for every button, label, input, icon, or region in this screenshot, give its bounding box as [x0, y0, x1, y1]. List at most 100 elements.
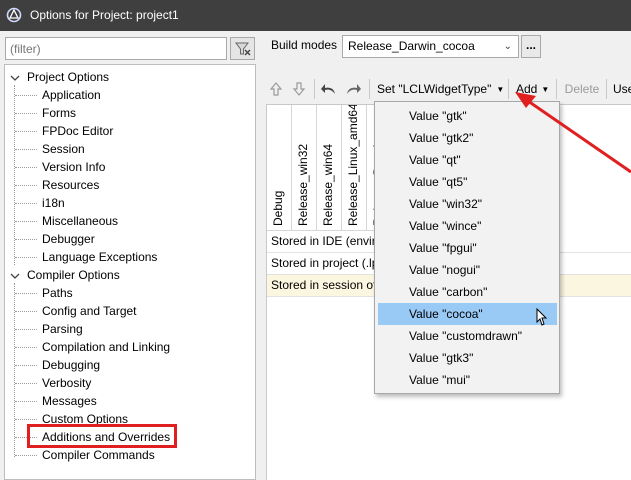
- toolbar-separator: [556, 79, 557, 99]
- undo-button[interactable]: [319, 76, 339, 102]
- lclwidgettype-dropdown-menu: Value "gtk" Value "gtk2" Value "qt" Value "…: [374, 101, 560, 394]
- lazarus-app-icon: [6, 7, 22, 23]
- chevron-down-icon: ⌄: [503, 41, 512, 52]
- tree-item-forms[interactable]: Forms: [42, 104, 76, 122]
- tree-line: [15, 401, 37, 402]
- tree-line: [15, 365, 37, 366]
- arrow-down-icon: [292, 82, 306, 96]
- tree-line: [15, 131, 37, 132]
- collapse-chevron-icon[interactable]: [10, 271, 20, 281]
- column-header-label: Release_win64: [321, 143, 335, 226]
- tree-item-version-info[interactable]: Version Info: [42, 158, 105, 176]
- title-bar: Options for Project: project1: [0, 0, 631, 31]
- tree-line: [15, 113, 37, 114]
- tree-item-resources[interactable]: Resources: [42, 176, 99, 194]
- dropdown-item[interactable]: Value "nogui": [378, 259, 557, 281]
- dropdown-item[interactable]: Value "fpgui": [378, 237, 557, 259]
- tree-line: [15, 149, 37, 150]
- grid-column-header: Debug: [267, 105, 292, 231]
- tree-item-application[interactable]: Application: [42, 86, 101, 104]
- dropdown-arrow-icon: ▼: [496, 84, 505, 94]
- dropdown-arrow-icon: ▼: [541, 84, 550, 94]
- use-button[interactable]: Use: [610, 76, 631, 102]
- tree-item-config-and-target[interactable]: Config and Target: [42, 302, 137, 320]
- tree-item-parsing[interactable]: Parsing: [42, 320, 83, 338]
- tree-item-messages[interactable]: Messages: [42, 392, 97, 410]
- dropdown-item[interactable]: Value "gtk3": [378, 347, 557, 369]
- column-header-label: Release_win32: [296, 143, 310, 226]
- dropdown-item[interactable]: Value "carbon": [378, 281, 557, 303]
- dropdown-item[interactable]: Value "qt5": [378, 171, 557, 193]
- redo-icon: [347, 84, 361, 94]
- tree-line: [15, 347, 37, 348]
- move-up-button[interactable]: [267, 76, 285, 102]
- collapse-chevron-icon[interactable]: [10, 73, 20, 83]
- tree-line: [15, 383, 37, 384]
- column-header-label: Release_Linux_amd64: [346, 104, 360, 226]
- tree-item-verbosity[interactable]: Verbosity: [42, 374, 91, 392]
- use-label: Use: [613, 82, 631, 96]
- dropdown-item[interactable]: Value "gtk2": [378, 127, 557, 149]
- add-label: Add: [516, 82, 538, 96]
- tree-item-compilation-and-linking[interactable]: Compilation and Linking: [42, 338, 170, 356]
- dropdown-item[interactable]: Value "mui": [378, 369, 557, 391]
- dropdown-item[interactable]: Value "customdrawn": [378, 325, 557, 347]
- build-mode-value: Release_Darwin_cocoa: [348, 39, 475, 53]
- move-down-button[interactable]: [290, 76, 308, 102]
- tree-line: [15, 419, 37, 420]
- overrides-toolbar: Set "LCLWidgetType" ▼ Add ▼ Delete Use: [263, 76, 631, 102]
- dropdown-item[interactable]: Value "cocoa": [378, 303, 557, 325]
- dropdown-item[interactable]: Value "win32": [378, 193, 557, 215]
- dropdown-item[interactable]: Value "wince": [378, 215, 557, 237]
- column-header-label: Debug: [271, 190, 285, 226]
- grid-column-header: Release_Linux_amd64: [342, 105, 367, 231]
- add-button[interactable]: Add ▼: [512, 76, 554, 102]
- tree-item-debugging[interactable]: Debugging: [42, 356, 100, 374]
- tree-line: [15, 437, 37, 438]
- tree-line: [15, 203, 37, 204]
- window-title: Options for Project: project1: [30, 8, 179, 22]
- tree-line: [15, 167, 37, 168]
- redo-button[interactable]: [343, 76, 363, 102]
- build-mode-select[interactable]: Release_Darwin_cocoa ⌄: [342, 35, 519, 58]
- undo-icon: [321, 84, 335, 94]
- tree-item-debugger[interactable]: Debugger: [42, 230, 95, 248]
- tree-item-paths[interactable]: Paths: [42, 284, 73, 302]
- toolbar-separator: [606, 79, 607, 99]
- tree-item-compiler-commands[interactable]: Compiler Commands: [42, 446, 155, 464]
- set-lclwidgettype-label: Set "LCLWidgetType": [377, 82, 492, 96]
- tree-line: [15, 455, 37, 456]
- tree-line: [15, 293, 37, 294]
- tree-group-project-options[interactable]: Project Options: [27, 68, 109, 86]
- filter-input[interactable]: [5, 37, 227, 60]
- grid-column-header: Release_win64: [317, 105, 342, 231]
- tree-item-custom-options[interactable]: Custom Options: [42, 410, 128, 428]
- tree-line: [15, 311, 37, 312]
- tree-line: [15, 95, 37, 96]
- tree-line: [15, 185, 37, 186]
- tree-item-additions-and-overrides[interactable]: Additions and Overrides: [42, 428, 170, 446]
- tree-item-session[interactable]: Session: [42, 140, 85, 158]
- tree-line: [14, 283, 15, 457]
- delete-label: Delete: [564, 82, 600, 96]
- toolbar-separator: [508, 79, 509, 99]
- dropdown-item[interactable]: Value "qt": [378, 149, 557, 171]
- clear-filter-icon: [235, 42, 251, 56]
- tree-group-compiler-options[interactable]: Compiler Options: [27, 266, 120, 284]
- tree-item-i18n[interactable]: i18n: [42, 194, 65, 212]
- clear-filter-button[interactable]: [230, 37, 255, 60]
- tree-item-miscellaneous[interactable]: Miscellaneous: [42, 212, 118, 230]
- tree-item-fpdoc-editor[interactable]: FPDoc Editor: [42, 122, 113, 140]
- grid-column-header: Release_win32: [292, 105, 317, 231]
- build-modes-edit-button[interactable]: ...: [521, 35, 541, 58]
- set-lclwidgettype-button[interactable]: Set "LCLWidgetType" ▼: [373, 76, 507, 102]
- options-tree[interactable]: Project Options Application Forms FPDoc Ed…: [4, 64, 256, 480]
- tree-item-language-exceptions[interactable]: Language Exceptions: [42, 248, 157, 266]
- tree-line: [15, 257, 37, 258]
- delete-button[interactable]: Delete: [560, 76, 604, 102]
- toolbar-separator: [369, 79, 370, 99]
- dropdown-item[interactable]: Value "gtk": [378, 105, 557, 127]
- arrow-up-icon: [269, 82, 283, 96]
- tree-line: [15, 221, 37, 222]
- tree-line: [14, 85, 15, 265]
